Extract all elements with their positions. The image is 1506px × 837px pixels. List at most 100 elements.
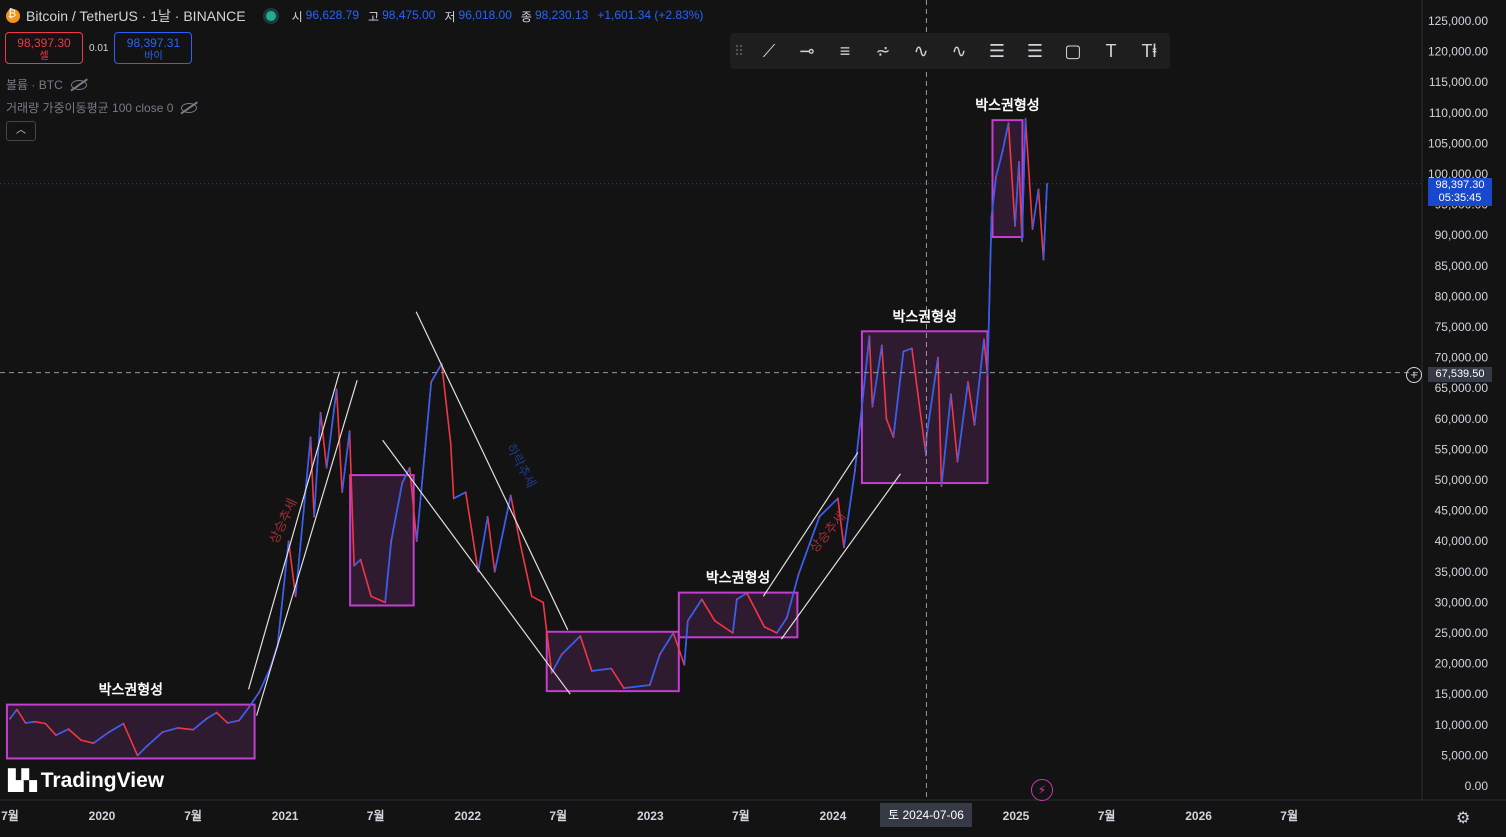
current-price-tag: 98,397.30 05:35:45 [1428,178,1492,206]
price-point [215,711,218,714]
price-point [986,375,989,377]
price-point [837,497,839,500]
price-point [335,388,338,391]
drag-handle-icon[interactable]: ⠿ [734,43,750,60]
up-segment [341,430,351,493]
pitchfork-icon[interactable]: ⩫ [864,36,902,66]
abcd-pattern-icon[interactable]: ∿ [940,36,978,66]
price-point [452,497,455,500]
tradingview-mark-icon: ▙▚ [8,770,37,792]
indicator-volume[interactable]: 볼륨 · BTC [6,76,87,93]
price-point [319,411,322,414]
sell-button[interactable]: 98,397.30 셀 [5,32,83,64]
up-segment [854,406,863,471]
y-tick-label: 40,000.00 [1435,534,1489,548]
price-point [590,670,593,672]
price-point [714,619,716,622]
price-point [92,742,95,744]
trend-label: 상승추세 [267,497,301,547]
open-value: 96,628.79 [305,7,360,22]
y-tick-label: 65,000.00 [1435,381,1489,395]
close-label: 종 [520,9,532,24]
hide-eye-icon[interactable] [181,102,198,113]
price-point [24,722,27,724]
price-point [238,719,240,722]
high-label: 고 [368,9,380,24]
y-tick-label: 50,000.00 [1435,473,1489,487]
y-tick-label: 5,000.00 [1441,748,1488,762]
price-point [348,430,351,432]
text-anchor-icon[interactable]: Tⱡ [1130,36,1168,66]
price-point [34,720,36,723]
up-segment [843,470,856,548]
chart-header: Bitcoin / TetherUS · 1날 · BINANCE 시96,62… [6,6,709,26]
trend-line [415,311,569,631]
price-point [579,635,582,637]
settings-gear-icon[interactable]: ⚙ [1456,808,1470,828]
price-point [408,466,411,469]
lightning-icon[interactable]: ⚡ [1031,779,1053,801]
price-point [937,356,939,359]
trend-line-icon[interactable]: ⟋ [750,36,788,66]
range-box [349,474,415,607]
price-point [1024,118,1027,120]
parallel-channel-icon[interactable]: ≡ [826,36,864,66]
elliott-wave-12345-icon[interactable]: ∿ [902,36,940,66]
price-point [80,739,82,741]
price-point [108,731,110,733]
low-label: 저 [444,9,456,24]
bar-countdown: 05:35:45 [1438,192,1482,204]
y-tick-label: 80,000.00 [1435,289,1489,303]
fib-retracement-icon[interactable]: ☰ [978,36,1016,66]
trend-label: 하락추세 [502,441,538,490]
price-point [486,515,489,518]
price-point [885,418,888,420]
price-point [136,754,139,757]
chart-area[interactable]: 0.00 5,000.00 10,000.00 15,000.00 20,000.00 2… [0,0,1506,837]
horizontal-ray-icon[interactable]: ⊸ [788,36,826,66]
price-point [542,601,545,604]
crosshair-date-tag: 토 2024-07-06 [880,803,972,827]
price-point [776,632,778,634]
indicator-vwma[interactable]: 거래량 가중이동평균 100 close 0 [6,99,198,116]
hide-eye-icon[interactable] [70,79,87,90]
price-point [892,436,895,438]
price-point [687,619,689,622]
price-point [990,216,993,218]
up-segment [415,382,432,542]
up-segment [313,412,322,517]
price-point [1046,183,1048,185]
box-label: 박스권형성 [99,682,163,699]
up-segment [1045,183,1048,208]
buy-button[interactable]: 98,397.31 바이 [114,32,193,64]
x-tick-label: 7월 [549,808,567,823]
price-point [430,381,432,383]
symbol-title[interactable]: Bitcoin / TetherUS · 1날 · BINANCE [26,6,246,26]
box-annotations: 박스권형성박스권형성박스권형성박스권형성 [5,97,1040,760]
ohlc-values: 시 96,628.79 고 98,475.00 저 96,018.00 종 98,230… [292,8,710,25]
price-point [560,653,563,656]
price-point [995,176,997,178]
price-point [786,616,788,619]
price-point [843,546,845,549]
y-tick-label: 0.00 [1465,779,1489,793]
rectangle-icon[interactable]: ▢ [1054,36,1092,66]
text-icon[interactable]: T [1092,36,1130,66]
add-plus-icon[interactable]: + [1406,367,1422,383]
y-tick-label: 20,000.00 [1435,657,1489,671]
price-point [146,744,149,747]
x-tick-label: 7월 [1280,808,1298,823]
fib-extension-icon[interactable]: ☰ [1016,36,1054,66]
x-tick-label: 2024 [820,809,847,823]
y-tick-label: 85,000.00 [1435,259,1489,273]
price-point [384,601,386,604]
price-point [353,564,355,567]
price-point [672,632,675,634]
spread-value: 0.01 [89,42,109,54]
collapse-legend-button[interactable]: ︿ [6,121,36,141]
bitcoin-icon [6,8,20,23]
x-tick-label: 7월 [1098,808,1116,823]
trade-panel: 98,397.30 셀 0.01 98,397.31 바이 [5,32,193,64]
price-point [341,491,343,494]
sell-label: 셀 [39,51,49,62]
